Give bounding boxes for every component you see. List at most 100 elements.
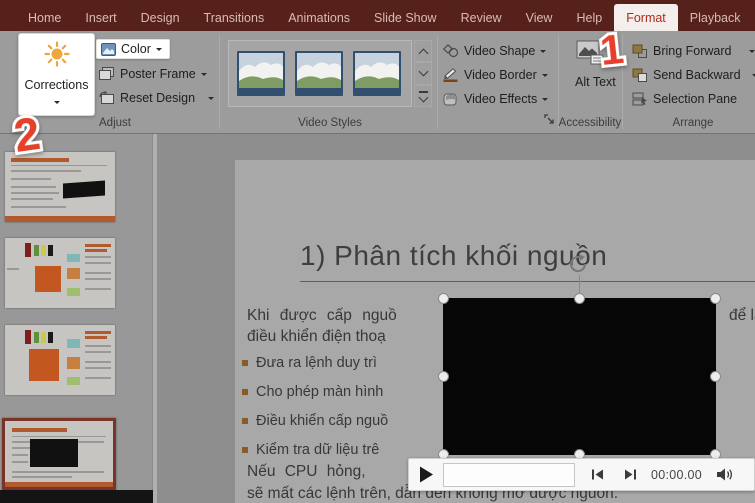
selection-pane-button[interactable]: Selection Pane <box>632 92 737 106</box>
arrange-group-label: Arrange <box>648 117 738 129</box>
bullet-square-icon <box>242 360 248 366</box>
selected-video-object[interactable] <box>443 298 716 455</box>
thumb-diagram-block <box>67 357 80 369</box>
slide-paragraph-fragment: để lấ <box>729 307 755 325</box>
slide-paragraph: điều khiển điện thoạ <box>247 328 386 346</box>
thumb-diagram-block <box>67 254 80 262</box>
resize-handle-middle-right[interactable] <box>710 371 721 382</box>
sun-icon <box>44 41 70 67</box>
color-label: Color <box>121 42 151 56</box>
video-player-controls: 00:00.00 <box>408 458 755 491</box>
thumb-text-line <box>11 178 51 180</box>
thumb-rule <box>12 436 106 437</box>
tab-home[interactable]: Home <box>16 4 73 31</box>
reset-design-button[interactable]: Reset Design <box>99 91 214 105</box>
thumb-diagram-block <box>48 332 53 343</box>
video-style-option[interactable] <box>237 51 285 96</box>
chevron-down-icon <box>208 97 214 103</box>
tab-design[interactable]: Design <box>129 4 192 31</box>
resize-handle-top-center[interactable] <box>574 293 585 304</box>
thumb-diagram-block <box>41 332 46 343</box>
color-button[interactable]: Color <box>96 39 170 59</box>
video-effects-button[interactable]: Video Effects <box>443 92 548 106</box>
bring-forward-button[interactable]: Bring Forward <box>632 44 755 58</box>
thumb-text-line <box>85 272 111 274</box>
thumb-text-line <box>85 262 111 264</box>
thumb-diagram-block <box>67 268 80 279</box>
video-style-option[interactable] <box>295 51 343 96</box>
slide-thumbnail-2[interactable] <box>5 238 115 308</box>
tab-playback[interactable]: Playback <box>678 4 753 31</box>
play-button[interactable] <box>419 466 434 483</box>
tab-transitions[interactable]: Transitions <box>192 4 277 31</box>
bullet-text: Đưa ra lệnh duy trì <box>256 355 377 371</box>
thumb-rule <box>11 165 107 166</box>
svg-text:1: 1 <box>598 25 626 74</box>
powerpoint-window: Home Insert Design Transitions Animation… <box>0 0 755 503</box>
thumb-text-line <box>12 471 104 473</box>
send-backward-button[interactable]: Send Backward <box>632 68 755 82</box>
volume-icon[interactable] <box>716 467 734 482</box>
chevron-down-icon <box>418 67 428 77</box>
slide-thumbnail-4-selected[interactable] <box>2 418 116 490</box>
thumb-text-line <box>85 367 111 369</box>
chevron-down-icon <box>542 74 548 80</box>
video-border-button[interactable]: Video Border <box>443 68 548 82</box>
gallery-more-button[interactable] <box>414 85 432 107</box>
gallery-scroll-down-button[interactable] <box>414 62 432 84</box>
progress-bar[interactable] <box>443 463 575 487</box>
chevron-down-icon <box>749 50 755 56</box>
video-style-option[interactable] <box>353 51 401 96</box>
tab-animations[interactable]: Animations <box>276 4 362 31</box>
gallery-scroll-up-button[interactable] <box>414 40 432 62</box>
move-back-button[interactable] <box>591 468 604 481</box>
slide-paragraph: Nếu CPU hỏng, <box>247 463 366 481</box>
poster-frame-button[interactable]: Poster Frame <box>99 67 207 81</box>
step-1-annotation: 1 <box>585 20 636 77</box>
bullet-square-icon <box>242 447 248 453</box>
group-separator <box>558 35 559 129</box>
thumb-text-line <box>12 454 28 456</box>
thumb-text-line <box>85 351 111 353</box>
reset-design-label: Reset Design <box>120 91 195 105</box>
group-separator <box>437 35 438 129</box>
bullet-text: Điều khiển cấp nguồ <box>256 413 388 429</box>
video-shape-button[interactable]: Video Shape <box>443 44 546 58</box>
thumb-text-line <box>11 170 81 172</box>
alt-text-label: Alt Text <box>575 75 605 90</box>
thumb-text-line <box>85 377 111 379</box>
title-underline <box>300 281 755 282</box>
thumb-diagram-block <box>29 349 59 381</box>
chevron-down-icon <box>156 48 162 54</box>
slide-thumbnail-3[interactable] <box>5 325 115 395</box>
ribbon-tab-bar: Home Insert Design Transitions Animation… <box>0 0 755 31</box>
slide-paragraph: Khi được cấp nguồ <box>247 307 397 325</box>
tab-insert[interactable]: Insert <box>73 4 128 31</box>
thumb-title-line <box>85 249 107 252</box>
bullet-text: Cho phép màn hình <box>256 384 383 400</box>
poster-frame-icon <box>99 67 115 81</box>
slide-bullet: Đưa ra lệnh duy trì <box>242 355 377 371</box>
chevron-down-icon <box>54 101 60 107</box>
chevron-down-icon <box>542 98 548 104</box>
resize-handle-top-right[interactable] <box>710 293 721 304</box>
video-styles-gallery <box>228 40 412 107</box>
tab-view[interactable]: View <box>514 4 565 31</box>
move-forward-button[interactable] <box>624 468 637 481</box>
video-effects-icon <box>443 92 459 106</box>
resize-handle-middle-left[interactable] <box>438 371 449 382</box>
chevron-down-icon <box>418 92 428 102</box>
elapsed-time: 00:00.00 <box>651 468 702 482</box>
tab-slide-show[interactable]: Slide Show <box>362 4 449 31</box>
slide-bullet: Điều khiển cấp nguồ <box>242 413 388 429</box>
thumb-text-line <box>85 345 111 347</box>
thumb-title-line <box>85 336 107 339</box>
reset-design-icon <box>99 91 115 105</box>
resize-handle-top-left[interactable] <box>438 293 449 304</box>
rotate-handle-icon[interactable] <box>566 252 592 276</box>
tab-review[interactable]: Review <box>449 4 514 31</box>
thumb-text-line <box>85 278 111 280</box>
selection-pane-icon <box>632 92 648 106</box>
step-2-annotation: 2 <box>0 101 60 166</box>
thumb-diagram-block <box>67 288 80 296</box>
